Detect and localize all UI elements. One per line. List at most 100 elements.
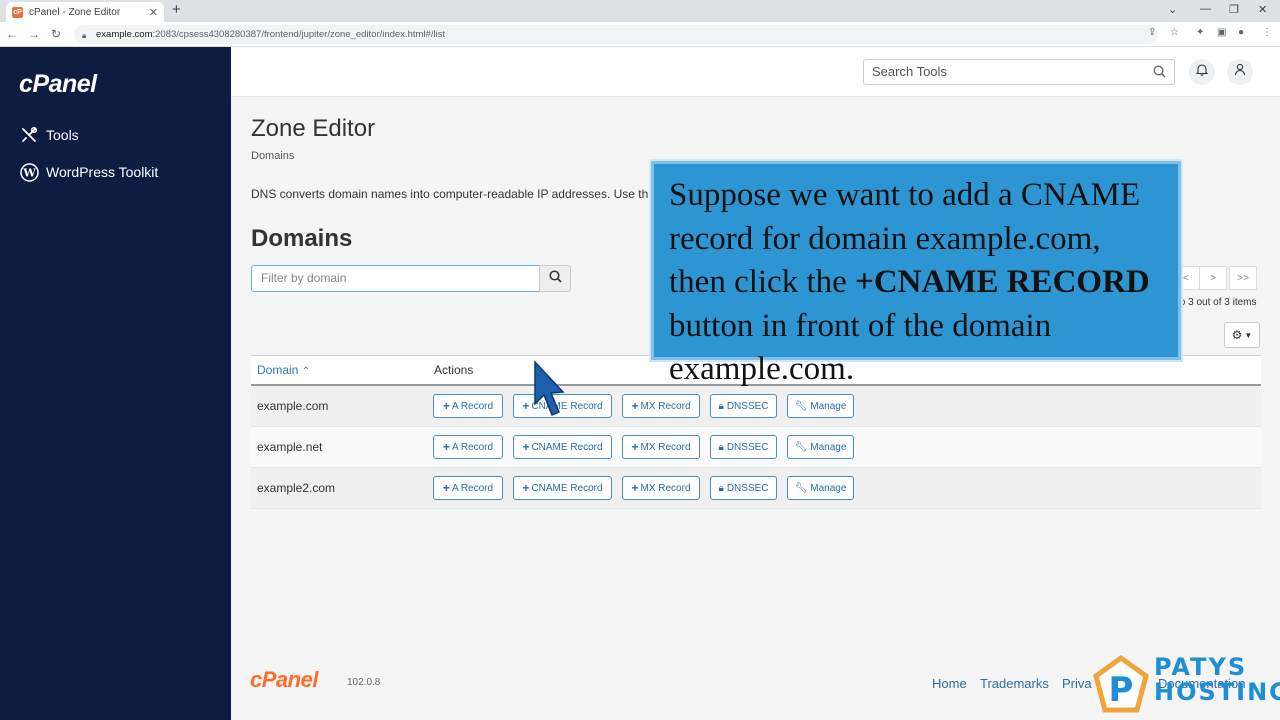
add-mx-record-button[interactable]: + MX Record bbox=[622, 435, 700, 459]
sidebar-item-wordpress-toolkit[interactable]: W WordPress Toolkit bbox=[19, 162, 158, 182]
sidebar-item-label: WordPress Toolkit bbox=[46, 164, 159, 180]
filter-placeholder: Filter by domain bbox=[261, 271, 347, 285]
add-a-record-button[interactable]: + A Record bbox=[433, 394, 503, 418]
domain-header-label: Domain bbox=[257, 363, 299, 377]
button-label: MX Record bbox=[640, 400, 691, 412]
button-label: CNAME Record bbox=[531, 482, 603, 494]
reload-icon[interactable]: ↻ bbox=[46, 27, 66, 41]
footer-link-privacy-start[interactable]: Priva bbox=[1062, 676, 1092, 691]
add-mx-record-button[interactable]: + MX Record bbox=[622, 476, 700, 500]
patys-logo-icon: P bbox=[1093, 654, 1149, 713]
button-label: DNSSEC bbox=[726, 400, 769, 412]
top-bar: Search Tools bbox=[231, 47, 1280, 97]
plus-icon: + bbox=[522, 440, 530, 454]
svg-text:P: P bbox=[1109, 670, 1134, 710]
button-label: Manage bbox=[810, 441, 847, 453]
lock-icon: 🔒︎ bbox=[718, 400, 724, 412]
address-bar-row: ← → ↻ 🔒︎ example.com:2083/cpsess43082803… bbox=[0, 22, 1280, 47]
tab-title: cPanel - Zone Editor bbox=[29, 6, 121, 18]
footer-link-trademarks[interactable]: Trademarks bbox=[980, 676, 1049, 691]
tab-search-icon[interactable]: ⌄ bbox=[1168, 3, 1177, 16]
button-label: DNSSEC bbox=[726, 482, 769, 494]
plus-icon: + bbox=[631, 440, 639, 454]
button-label: A Record bbox=[451, 482, 494, 494]
manage-button[interactable]: 🔧︎ Manage bbox=[787, 435, 854, 459]
new-tab-button[interactable]: + bbox=[172, 1, 181, 18]
add-a-record-button[interactable]: + A Record bbox=[433, 476, 503, 500]
next-page-button[interactable]: > bbox=[1199, 266, 1227, 290]
watermark-line2: HOSTING bbox=[1154, 678, 1280, 706]
button-label: Manage bbox=[810, 400, 847, 412]
button-label: A Record bbox=[451, 441, 494, 453]
notifications-button[interactable] bbox=[1189, 59, 1215, 85]
add-a-record-button[interactable]: + A Record bbox=[433, 435, 503, 459]
callout-text-bold: +CNAME RECORD bbox=[855, 264, 1150, 300]
add-mx-record-button[interactable]: + MX Record bbox=[622, 394, 700, 418]
button-label: A Record bbox=[451, 400, 494, 412]
page-title: Zone Editor bbox=[251, 115, 376, 142]
filter-search-button[interactable] bbox=[539, 265, 571, 292]
domain-cell: example2.com bbox=[257, 481, 336, 495]
menu-kebab-icon[interactable]: ⋮ bbox=[1262, 27, 1272, 38]
cpanel-logo[interactable]: cPanel bbox=[19, 70, 97, 99]
extensions-icon[interactable]: ✦ bbox=[1196, 27, 1204, 38]
filter-domain-input[interactable]: Filter by domain bbox=[251, 265, 540, 292]
plus-icon: + bbox=[522, 481, 530, 495]
table-row: example2.com + A Record + CNAME Record + MX… bbox=[251, 468, 1261, 509]
footer-version: 102.0.8 bbox=[347, 677, 381, 688]
back-icon[interactable]: ← bbox=[2, 27, 22, 41]
settings-dropdown-button[interactable]: ⚙ ▼ bbox=[1224, 322, 1260, 348]
plus-icon: + bbox=[442, 481, 450, 495]
tools-icon bbox=[19, 125, 39, 145]
page-description: DNS converts domain names into computer-… bbox=[251, 187, 651, 201]
forward-icon[interactable]: → bbox=[24, 27, 44, 41]
sidebar-item-tools[interactable]: Tools bbox=[19, 125, 79, 145]
footer-cpanel-logo: cPanel bbox=[250, 667, 318, 692]
restore-icon[interactable]: ❐ bbox=[1229, 3, 1239, 16]
watermark-line1: PATYS bbox=[1154, 653, 1248, 681]
breadcrumb: Domains bbox=[251, 150, 295, 162]
sidepanel-icon[interactable]: ▣ bbox=[1217, 27, 1226, 38]
wrench-icon: 🔧︎ bbox=[794, 441, 808, 453]
sort-asc-icon: ⌃ bbox=[301, 366, 311, 377]
share-icon[interactable]: ⇪ bbox=[1148, 27, 1156, 38]
manage-button[interactable]: 🔧︎ Manage bbox=[787, 476, 854, 500]
browser-tab[interactable]: cP cPanel - Zone Editor ✕ bbox=[6, 2, 164, 22]
caret-down-icon: ▼ bbox=[1244, 330, 1253, 340]
url-field[interactable]: 🔒︎ example.com:2083/cpsess4308280387/fro… bbox=[74, 25, 1158, 44]
domain-column-header[interactable]: Domain ⌃ bbox=[251, 363, 434, 377]
wordpress-icon: W bbox=[19, 162, 39, 182]
plus-icon: + bbox=[522, 399, 530, 413]
gear-icon: ⚙ bbox=[1231, 328, 1243, 342]
star-icon[interactable]: ☆ bbox=[1170, 27, 1179, 38]
add-cname-record-button[interactable]: + CNAME Record bbox=[513, 476, 612, 500]
table-row: example.com + A Record + CNAME Record + MX … bbox=[251, 386, 1261, 427]
tutorial-callout: Suppose we want to add a CNAME record fo… bbox=[651, 161, 1181, 387]
lock-icon: 🔒︎ bbox=[82, 30, 87, 40]
lock-icon: 🔒︎ bbox=[718, 482, 724, 494]
domain-cell: example.com bbox=[257, 399, 329, 413]
last-page-button[interactable]: >> bbox=[1229, 266, 1257, 290]
actions-column-header: Actions bbox=[434, 363, 474, 377]
add-cname-record-button[interactable]: + CNAME Record bbox=[513, 435, 612, 459]
button-label: MX Record bbox=[640, 482, 691, 494]
button-label: CNAME Record bbox=[531, 441, 603, 453]
url-host: example.com bbox=[96, 29, 153, 40]
wrench-icon: 🔧︎ bbox=[794, 482, 808, 494]
svg-text:W: W bbox=[22, 166, 36, 179]
dnssec-button[interactable]: 🔒︎ DNSSEC bbox=[710, 435, 777, 459]
user-menu-button[interactable] bbox=[1227, 59, 1253, 85]
lock-icon: 🔒︎ bbox=[718, 441, 724, 453]
user-icon bbox=[1234, 63, 1246, 81]
tab-close-icon[interactable]: ✕ bbox=[149, 6, 158, 19]
cpanel-favicon-icon: cP bbox=[12, 6, 23, 18]
browser-tab-strip: cP cPanel - Zone Editor ✕ + ⌄ — ❐ ✕ bbox=[0, 0, 1280, 22]
window-close-icon[interactable]: ✕ bbox=[1258, 3, 1267, 16]
dnssec-button[interactable]: 🔒︎ DNSSEC bbox=[710, 476, 777, 500]
manage-button[interactable]: 🔧︎ Manage bbox=[787, 394, 854, 418]
footer-link-home[interactable]: Home bbox=[932, 676, 967, 691]
minimize-icon[interactable]: — bbox=[1200, 3, 1211, 15]
profile-icon[interactable]: ● bbox=[1238, 27, 1244, 38]
dnssec-button[interactable]: 🔒︎ DNSSEC bbox=[710, 394, 777, 418]
search-tools-input[interactable]: Search Tools bbox=[863, 59, 1175, 85]
